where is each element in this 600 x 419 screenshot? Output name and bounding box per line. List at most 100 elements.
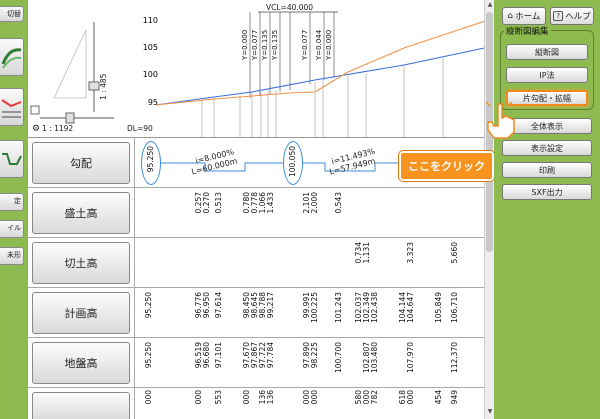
pointer-hand-icon: [485, 102, 515, 139]
cell: 000: [310, 390, 319, 405]
home-label: ホーム: [515, 12, 541, 22]
cell: 98.225: [310, 342, 319, 369]
help-button[interactable]: ? ヘルプ: [550, 7, 594, 25]
cell: 112.370: [450, 342, 459, 374]
cell: 1.433: [266, 192, 275, 214]
dl-label: DL=90: [127, 124, 153, 133]
help-label: ヘルプ: [565, 12, 591, 22]
scroll-up-icon[interactable]: ▲: [486, 1, 494, 9]
slope-chart-icon: [1, 99, 22, 118]
file-button[interactable]: イル: [0, 220, 24, 238]
cell: 100.700: [334, 342, 343, 374]
cell: 136: [266, 390, 275, 405]
cell: 107.970: [406, 342, 415, 374]
settings-button[interactable]: 定: [0, 193, 24, 211]
y-tick: 95: [148, 98, 158, 107]
cell: 100.225: [310, 292, 319, 324]
row-label-slope[interactable]: 勾配: [32, 142, 130, 184]
left-toolbar: 切替 定 イル 未形: [0, 0, 28, 419]
zoom-fit-icon: [30, 105, 40, 115]
cell: 0.513: [214, 192, 223, 214]
click-here-callout: ここをクリック: [399, 151, 494, 181]
vertical-scale: 1 : 485: [99, 73, 108, 100]
profile-view-tool[interactable]: [0, 38, 24, 76]
cell: 949: [450, 390, 459, 405]
vertical-scrollbar[interactable]: ▲ ▼: [484, 0, 494, 419]
cell: 454: [434, 390, 443, 405]
cross-section-icon: [2, 153, 22, 165]
cell: 2.000: [310, 192, 319, 214]
cross-section-tool[interactable]: [0, 140, 24, 178]
cell: 103.480: [370, 342, 379, 374]
slope-tool[interactable]: [0, 88, 24, 126]
y-tick: 105: [143, 43, 158, 52]
cell: 106.710: [450, 292, 459, 324]
cell: 553: [214, 390, 223, 405]
cell: 97.614: [214, 292, 223, 319]
cell: 104.647: [406, 292, 415, 324]
overview-panel: [30, 22, 114, 124]
cut-cells: 0.734 1.131 3.323 5.660: [134, 238, 484, 287]
horizontal-scale: 1 : 1192: [42, 124, 73, 133]
table-row: 計画高 95.250 96.776 96.950 97.614 98.450 9…: [28, 288, 484, 338]
cell: 000: [144, 390, 153, 405]
station-cells: 000 000 553 000 136 136 000 000 580 000 …: [134, 388, 484, 419]
cell: 96.950: [202, 292, 211, 319]
cell: 99.217: [266, 292, 275, 319]
gear-icon[interactable]: ⚙: [32, 124, 40, 134]
cell: 000: [194, 390, 203, 405]
cell: 000: [406, 390, 415, 405]
fill-cells: 0.257 0.270 0.513 0.780 0.778 1.066 1.43…: [134, 188, 484, 237]
y-annotation: Y=0.077: [301, 30, 309, 61]
y-annotation: Y=0.135: [271, 30, 279, 61]
cell: 102.438: [370, 292, 379, 324]
table-row: 地盤高 95.250 96.519 96.680 97.101 97.670 9…: [28, 338, 484, 388]
cell: 97.101: [214, 342, 223, 369]
cell: 101.243: [334, 292, 343, 324]
scroll-down-icon[interactable]: ▼: [486, 408, 494, 416]
print-button[interactable]: 印刷: [502, 162, 592, 178]
curve-icon: [1, 48, 22, 69]
sxf-output-button[interactable]: SXF出力: [502, 184, 592, 200]
cell: 0.270: [202, 192, 211, 214]
row-label-station[interactable]: [32, 392, 130, 419]
shape-button[interactable]: 未形: [0, 247, 24, 265]
group-title: 縦断図編集: [504, 25, 551, 37]
plan-height-cells: 95.250 96.776 96.950 97.614 98.450 98.64…: [134, 288, 484, 337]
cell: 105.849: [434, 292, 443, 324]
y-annotation: Y=0.044: [315, 29, 323, 61]
y-annotation: Y=0.000: [241, 30, 249, 61]
help-icon: ?: [553, 11, 564, 21]
ip-method-button[interactable]: IP法: [506, 67, 588, 83]
cell: 95.250: [144, 342, 153, 369]
cell: 000: [242, 390, 251, 405]
cell: 782: [370, 390, 379, 405]
table-row: 盛土高 0.257 0.270 0.513 0.780 0.778 1.066 …: [28, 188, 484, 238]
profile-button[interactable]: 縦断図: [506, 44, 588, 60]
home-button[interactable]: ⌂ ホーム: [502, 7, 546, 25]
table-row: 000 000 553 000 136 136 000 000 580 000 …: [28, 388, 484, 419]
cell: 3.323: [406, 242, 415, 264]
cell: 5.660: [450, 242, 459, 264]
y-tick: 100: [143, 70, 158, 79]
row-label-ground-height[interactable]: 地盤高: [32, 342, 130, 384]
y-annotation: Y=0.135: [261, 30, 269, 61]
table-row: 切土高 0.734 1.131 3.323 5.660: [28, 238, 484, 288]
cell: 95.250: [144, 292, 153, 319]
cell: 97.784: [266, 342, 275, 369]
row-label-fill[interactable]: 盛土高: [32, 192, 130, 234]
cell: 96.680: [202, 342, 211, 369]
y-annotation: Y=0.000: [325, 30, 333, 61]
cell: 1.131: [362, 242, 371, 264]
ground-height-cells: 95.250 96.519 96.680 97.101 97.670 97.86…: [134, 338, 484, 387]
profile-view[interactable]: 1 : 485 ⚙ 1 : 1192 DL=90 110 105 100 95 …: [28, 0, 494, 138]
vcl-label: VCL=40.000: [266, 3, 313, 12]
display-settings-button[interactable]: 表示設定: [502, 140, 592, 156]
y-tick: 110: [143, 16, 158, 25]
home-icon: ⌂: [507, 11, 514, 21]
switch-button[interactable]: 切替: [0, 6, 24, 22]
row-label-plan-height[interactable]: 計画高: [32, 292, 130, 334]
cell: 0.543: [334, 192, 343, 214]
right-panel: ⌂ ホーム ? ヘルプ 縦断図編集 縦断図 IP法 片勾配・拡幅 全体表示 表示設定…: [485, 0, 600, 419]
row-label-cut[interactable]: 切土高: [32, 242, 130, 284]
